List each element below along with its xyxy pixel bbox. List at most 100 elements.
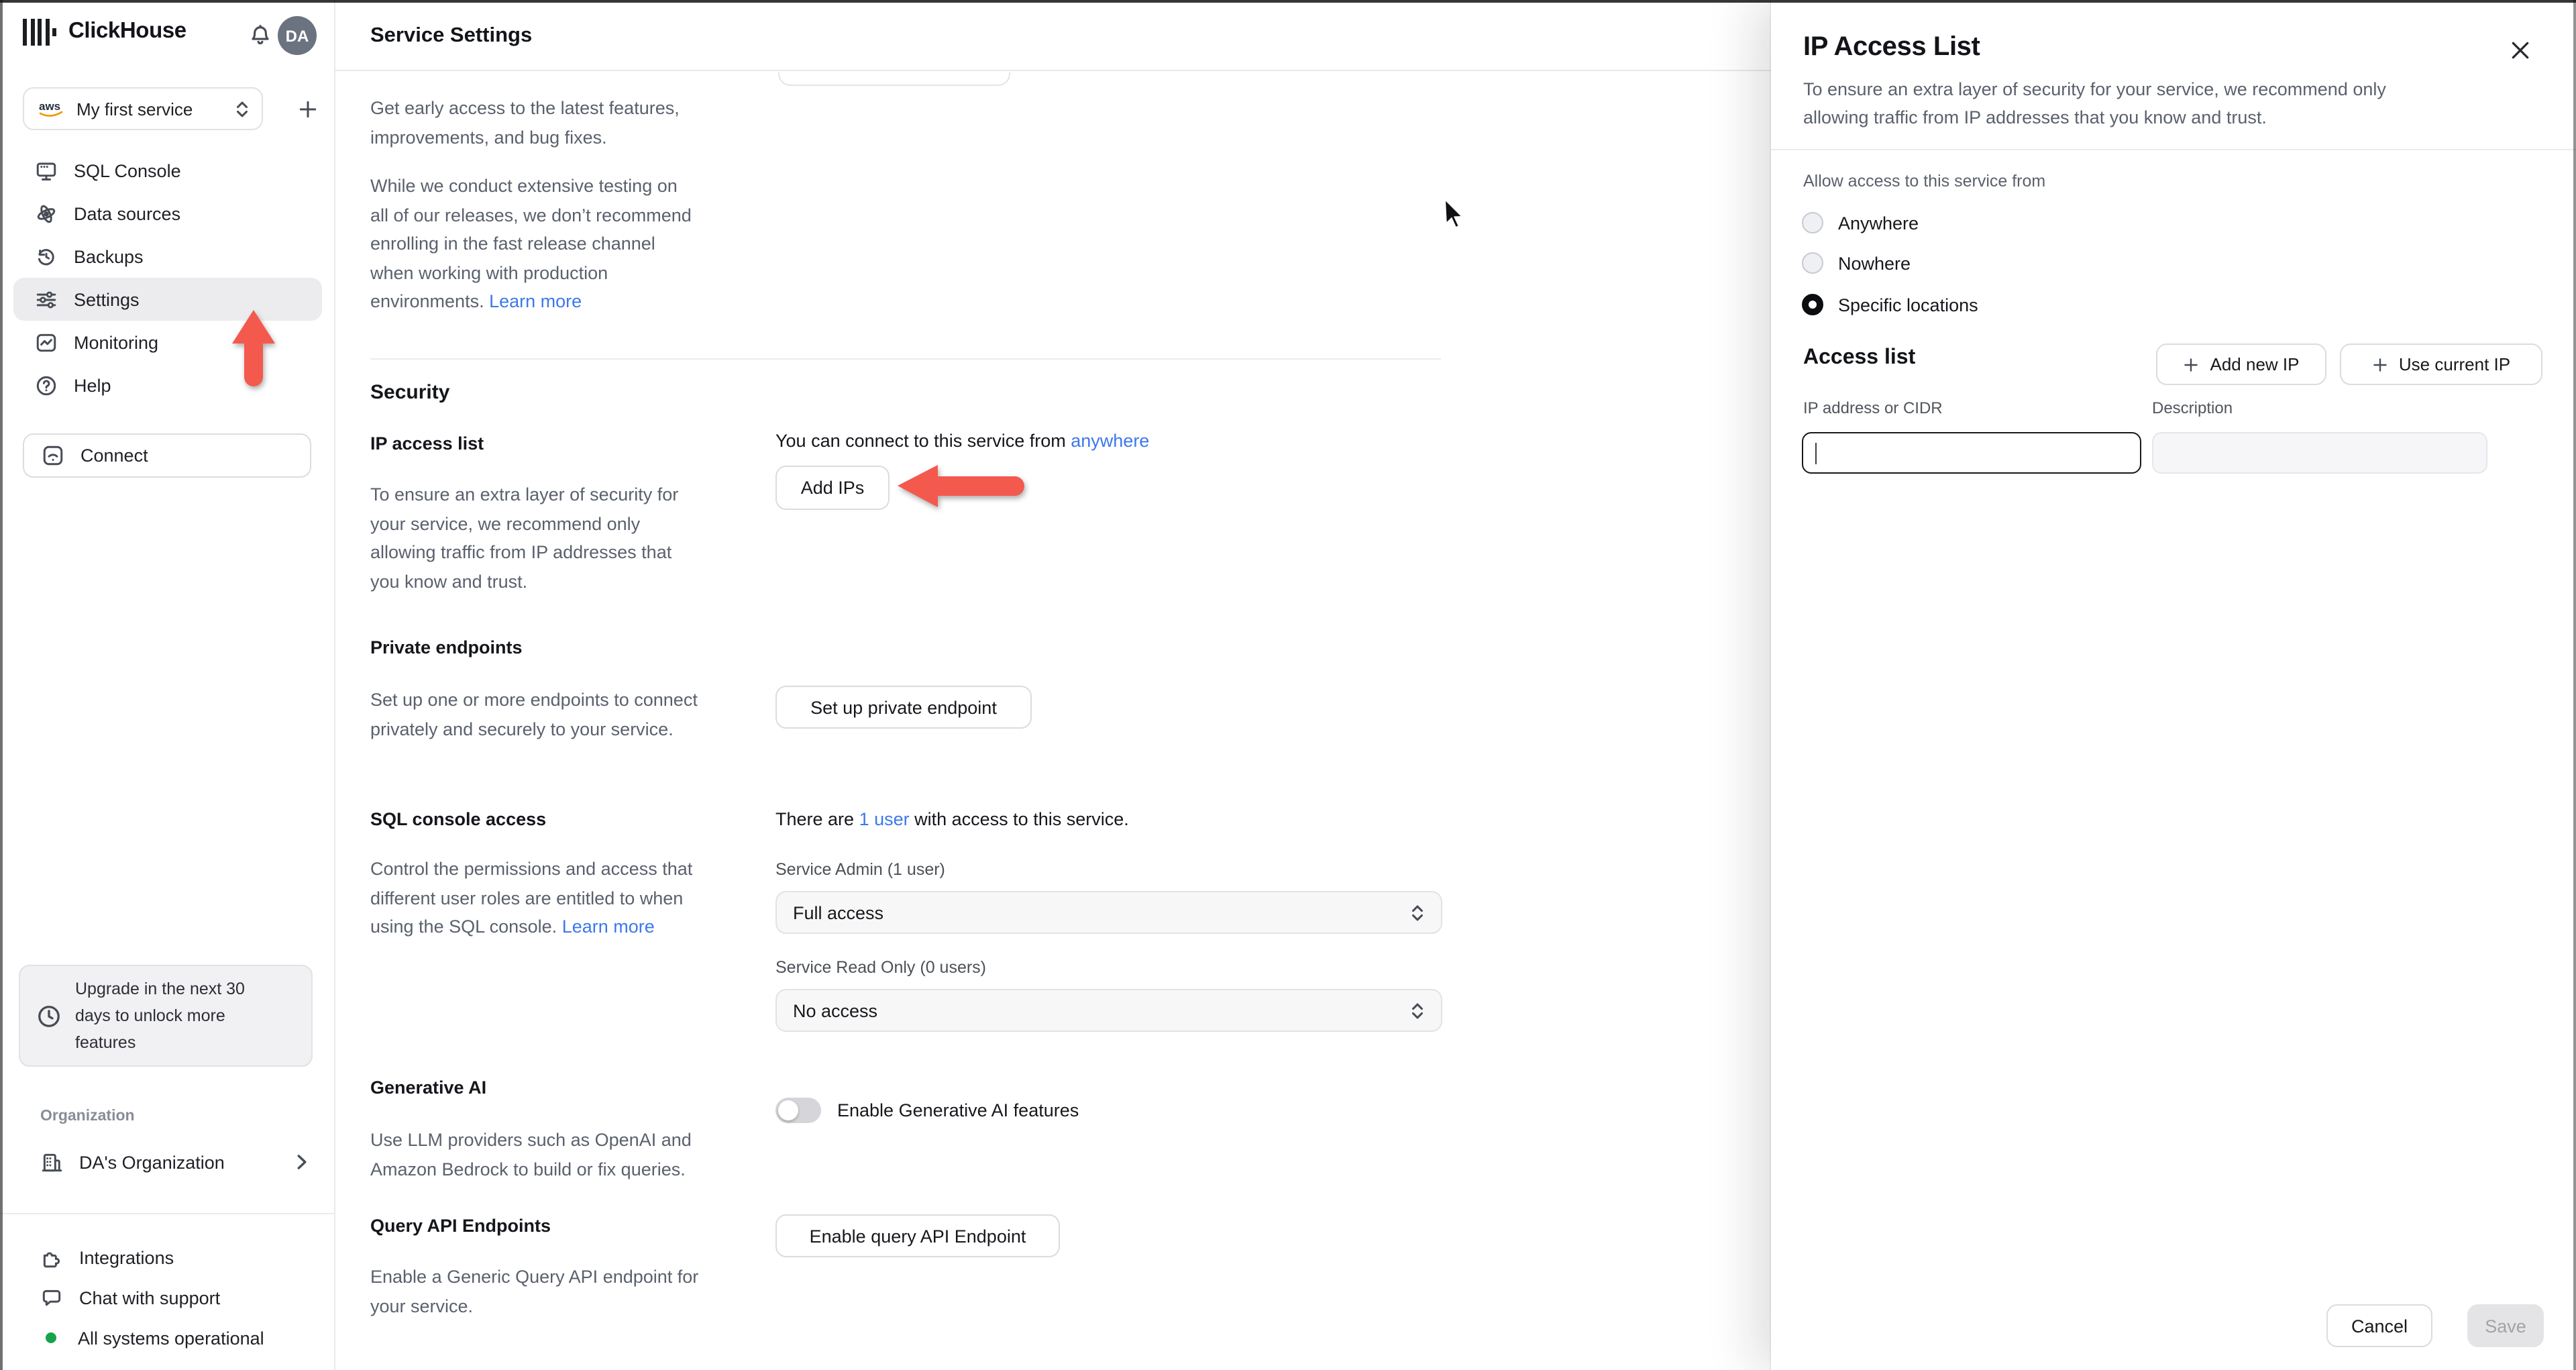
toggle-knob — [778, 1100, 798, 1120]
data-sources-icon — [37, 204, 56, 223]
fast-release-description-1: Get early access to the latest features,… — [370, 98, 680, 147]
sidebar-item-label: Settings — [74, 289, 140, 309]
annotation-arrow-left — [898, 465, 1024, 507]
service-admin-value: Full access — [793, 902, 884, 923]
panel-title: IP Access List — [1803, 32, 1980, 62]
service-readonly-label: Service Read Only (0 users) — [775, 958, 987, 977]
learn-more-link[interactable]: Learn more — [489, 291, 582, 311]
sidebar-item-sql-console[interactable]: SQL Console — [13, 149, 322, 192]
anywhere-link[interactable]: anywhere — [1071, 431, 1149, 451]
panel-description: To ensure an extra layer of security for… — [1803, 79, 2386, 127]
radio-circle-icon — [1802, 212, 1823, 233]
query-api-endpoints-heading: Query API Endpoints — [370, 1216, 551, 1236]
release-channel-select-cutoff[interactable] — [778, 72, 1010, 86]
chevron-updown-icon — [1411, 904, 1424, 920]
sidebar-item-label: Backups — [74, 246, 144, 266]
sidebar-item-label: Monitoring — [74, 332, 159, 352]
organization-section-label: Organization — [40, 1108, 135, 1124]
ip-address-input[interactable] — [1802, 432, 2141, 474]
mouse-cursor — [1444, 197, 1465, 229]
allow-access-label: Allow access to this service from — [1803, 172, 2046, 191]
generative-ai-toggle-row: Enable Generative AI features — [775, 1098, 1079, 1123]
radio-label: Nowhere — [1838, 253, 1911, 273]
generative-ai-toggle[interactable] — [775, 1098, 821, 1123]
description-field-label: Description — [2152, 399, 2233, 417]
organization-building-icon — [42, 1153, 62, 1171]
security-section-heading: Security — [370, 381, 450, 404]
description-input[interactable] — [2152, 432, 2487, 474]
section-divider — [370, 358, 1441, 360]
app-window: ClickHouse DA aws My first service SQL C… — [0, 0, 2576, 1370]
radio-nowhere[interactable]: Nowhere — [1802, 252, 1911, 274]
radio-label: Anywhere — [1838, 213, 1919, 233]
ip-access-list-description: To ensure an extra layer of security for… — [370, 484, 679, 591]
sidebar: ClickHouse DA aws My first service SQL C… — [0, 0, 335, 1370]
annotation-arrow-up — [232, 310, 275, 386]
sql-console-access-description: Control the permissions and access that … — [370, 859, 693, 937]
sidebar-item-label: SQL Console — [74, 160, 181, 180]
add-new-ip-button[interactable]: Add new IP — [2156, 344, 2326, 385]
sidebar-divider — [0, 1213, 335, 1214]
setup-private-endpoint-button[interactable]: Set up private endpoint — [775, 686, 1032, 729]
fast-release-description-2: While we conduct extensive testing on al… — [370, 176, 692, 311]
sidebar-item-label: Chat with support — [79, 1287, 221, 1308]
radio-circle-selected-icon — [1802, 294, 1823, 315]
use-current-ip-button[interactable]: Use current IP — [2340, 344, 2542, 385]
settings-icon — [36, 291, 56, 308]
ip-field-label: IP address or CIDR — [1803, 399, 1943, 417]
learn-more-link[interactable]: Learn more — [562, 916, 655, 937]
ip-connect-sentence: You can connect to this service from any… — [775, 431, 1150, 451]
notifications-bell-icon[interactable] — [248, 23, 272, 54]
generative-ai-description: Use LLM providers such as OpenAI and Ama… — [370, 1130, 692, 1179]
service-readonly-select[interactable]: No access — [775, 989, 1442, 1032]
organization-name: DA's Organization — [79, 1152, 225, 1172]
ip-access-list-heading: IP access list — [370, 433, 484, 454]
radio-specific-locations[interactable]: Specific locations — [1802, 294, 1978, 315]
chevron-updown-icon — [1411, 1002, 1424, 1018]
cancel-button[interactable]: Cancel — [2326, 1304, 2432, 1347]
one-user-link[interactable]: 1 user — [859, 809, 910, 829]
sql-console-icon — [36, 162, 56, 180]
save-button: Save — [2467, 1304, 2544, 1347]
status-text: All systems operational — [78, 1328, 264, 1348]
upgrade-text: Upgrade in the next 30 days to unlock mo… — [75, 980, 245, 1052]
brand-name: ClickHouse — [68, 19, 186, 43]
sidebar-item-chat-support[interactable]: Chat with support — [40, 1277, 220, 1318]
sql-console-users-sentence: There are 1 user with access to this ser… — [775, 809, 1129, 829]
aws-logo-icon: aws — [39, 99, 63, 116]
window-edge-top — [0, 0, 2576, 3]
add-ips-button[interactable]: Add IPs — [775, 466, 890, 510]
text-caret — [1815, 443, 1817, 464]
clock-icon — [38, 1005, 60, 1026]
help-icon — [36, 375, 56, 395]
close-icon[interactable] — [2510, 40, 2534, 64]
add-service-button[interactable] — [290, 91, 325, 126]
system-status-row[interactable]: All systems operational — [40, 1318, 264, 1358]
backups-icon — [38, 248, 54, 265]
sidebar-item-integrations[interactable]: Integrations — [40, 1237, 174, 1277]
radio-anywhere[interactable]: Anywhere — [1802, 212, 1919, 233]
upgrade-banner[interactable]: Upgrade in the next 30 days to unlock mo… — [19, 965, 313, 1067]
sql-console-access-heading: SQL console access — [370, 809, 547, 829]
service-selector[interactable]: aws My first service — [23, 87, 263, 130]
organization-row[interactable]: DA's Organization — [40, 1142, 309, 1182]
connect-button[interactable]: Connect — [23, 433, 311, 478]
sidebar-item-label: Data sources — [74, 203, 181, 223]
sidebar-item-label: Integrations — [79, 1247, 174, 1267]
service-admin-select[interactable]: Full access — [775, 891, 1442, 934]
service-admin-label: Service Admin (1 user) — [775, 860, 945, 879]
window-edge-left — [0, 0, 3, 1370]
brand: ClickHouse — [23, 17, 186, 46]
radio-label: Specific locations — [1838, 295, 1978, 315]
user-avatar[interactable]: DA — [278, 16, 317, 55]
sidebar-item-data-sources[interactable]: Data sources — [13, 192, 322, 235]
service-readonly-value: No access — [793, 1000, 878, 1020]
ip-access-list-panel: IP Access List To ensure an extra layer … — [1771, 0, 2576, 1370]
plus-icon — [2373, 358, 2387, 371]
enable-query-api-button[interactable]: Enable query API Endpoint — [775, 1214, 1060, 1257]
sidebar-item-label: Help — [74, 375, 111, 395]
connect-icon — [43, 445, 63, 466]
window-edge-right — [2573, 0, 2576, 1370]
sidebar-item-backups[interactable]: Backups — [13, 235, 322, 278]
panel-divider — [1771, 149, 2576, 150]
